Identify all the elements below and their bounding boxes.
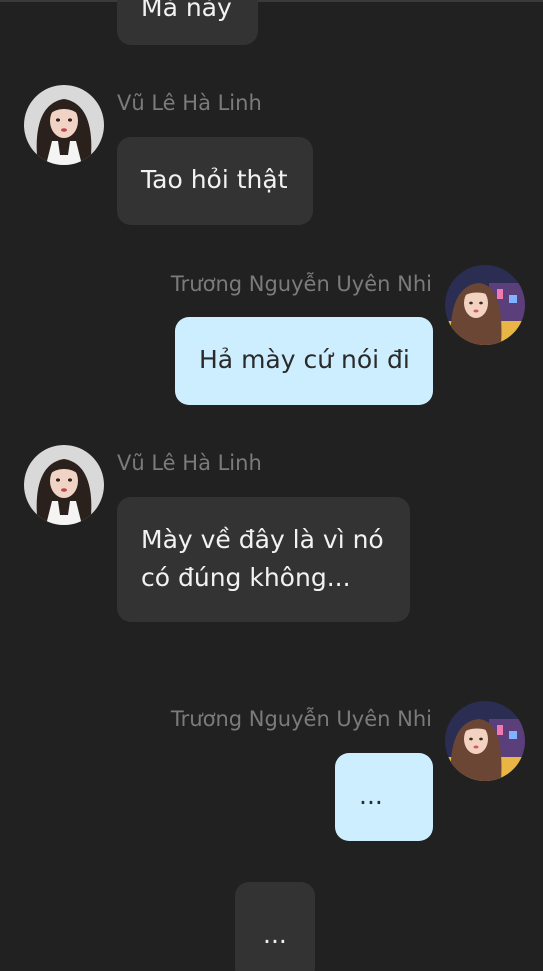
- sender-avatar[interactable]: [24, 85, 104, 165]
- message-bubble-right[interactable]: ...: [335, 753, 433, 841]
- message-bubble-right[interactable]: Hả mày cứ nói đi: [175, 317, 433, 405]
- message-bubble-left[interactable]: Mày về đây là vì nó có đúng không...: [117, 497, 410, 622]
- message-bubble-left[interactable]: Tao hỏi thật: [117, 137, 313, 225]
- sender-name: Trương Nguyễn Uyên Nhi: [170, 707, 432, 731]
- girl-city-night-avatar: [445, 265, 525, 345]
- sender-name: Trương Nguyễn Uyên Nhi: [170, 272, 432, 296]
- chat-screen: Mà này Vũ Lê Hà Linh Tao hỏi thật Trương…: [0, 0, 543, 971]
- top-divider: [0, 0, 543, 2]
- sender-name: Vũ Lê Hà Linh: [117, 451, 262, 475]
- girl-dark-hair-avatar: [24, 445, 104, 525]
- sender-avatar[interactable]: [445, 265, 525, 345]
- sender-name: Vũ Lê Hà Linh: [117, 91, 262, 115]
- sender-avatar[interactable]: [445, 701, 525, 781]
- typing-indicator-bubble: ...: [235, 882, 315, 971]
- girl-city-night-avatar: [445, 701, 525, 781]
- message-bubble-left[interactable]: Mà này: [117, 0, 258, 45]
- sender-avatar[interactable]: [24, 445, 104, 525]
- girl-dark-hair-avatar: [24, 85, 104, 165]
